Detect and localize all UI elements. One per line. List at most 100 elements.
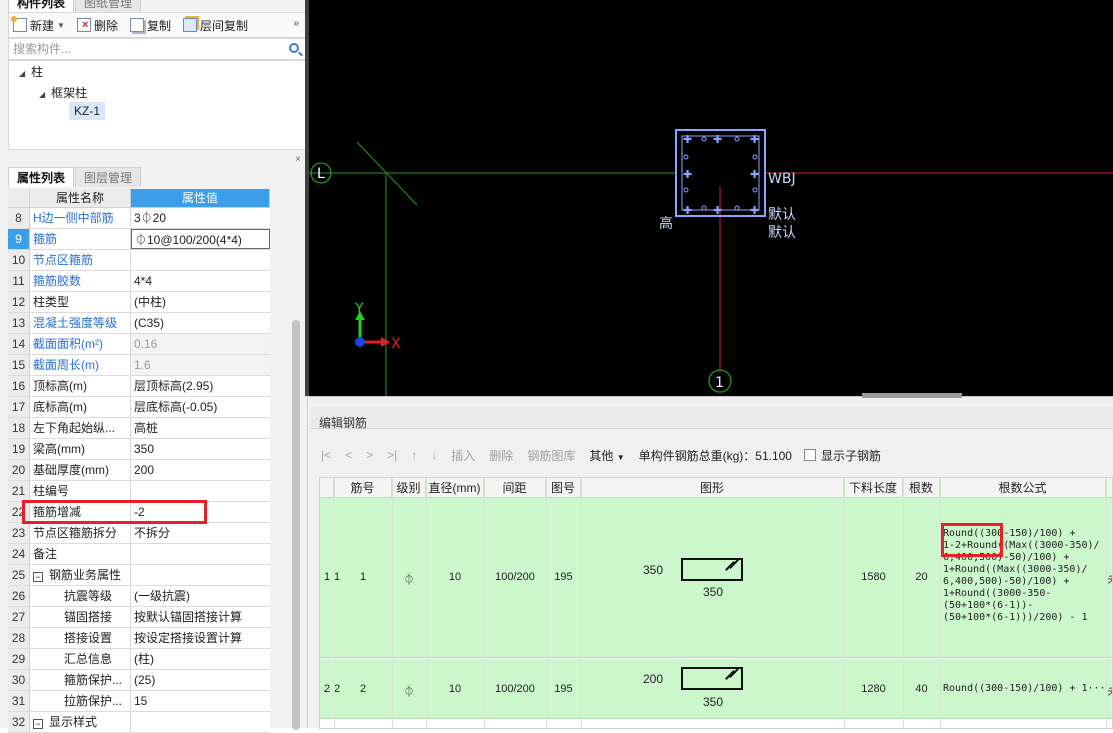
property-value[interactable]: 4*4 [131, 271, 270, 291]
property-value[interactable]: (柱) [131, 649, 270, 669]
property-value[interactable]: 15 [131, 691, 270, 711]
property-row[interactable]: 8 H边一侧中部筋 3⏀20 [8, 208, 270, 229]
property-row[interactable]: 16 顶标高(m) 层顶标高(2.95) [8, 376, 270, 397]
property-row[interactable]: 20 基础厚度(mm) 200 [8, 460, 270, 481]
cell-count[interactable]: 40 [903, 683, 940, 695]
property-row[interactable]: 14 截面面积(m²) 0.16 [8, 334, 270, 355]
delete-rebar-button[interactable]: 删除 [489, 447, 513, 464]
tab-component-list[interactable]: 构件列表 [8, 0, 75, 12]
property-value[interactable] [131, 481, 270, 501]
move-down-button[interactable]: ↓ [431, 448, 437, 462]
property-row[interactable]: 18 左下角起始纵... 高桩 [8, 418, 270, 439]
first-button[interactable]: |< [321, 448, 331, 462]
property-row[interactable]: 28 搭接设置 按设定搭接设置计算 [8, 628, 270, 649]
show-sub-rebar-checkbox[interactable] [803, 449, 816, 461]
chevron-down-icon[interactable]: ▼ [57, 21, 65, 30]
property-row[interactable]: 26 抗震等级 (一级抗震) [8, 586, 270, 607]
collapse-triangle-icon[interactable]: ◢ [19, 69, 25, 78]
property-value[interactable]: 层底标高(-0.05) [131, 397, 270, 417]
next-button[interactable]: > [366, 448, 373, 462]
drawing-canvas[interactable]: L 1 ✚ ✚ ✚ ✚ ✚ ✚ ✚ ✚ WBJ 默认 默认 高 Y X [309, 0, 1113, 396]
other-menu-button[interactable]: 其他 ▼ [589, 447, 624, 464]
property-row[interactable]: 24 备注 [8, 544, 270, 565]
table-row[interactable]: 2 2 2 ⏀ 10 100/200 195 200 350 1280 40 R… [320, 659, 1112, 719]
property-value[interactable] [131, 250, 270, 270]
search-input[interactable] [13, 42, 273, 56]
property-value[interactable]: 200 [131, 460, 270, 480]
property-value[interactable] [131, 712, 270, 732]
cell-spacing[interactable]: 100/200 [484, 571, 546, 583]
property-value[interactable]: 350 [131, 439, 270, 459]
cell-spacing[interactable]: 100/200 [484, 683, 546, 695]
property-value[interactable]: 不拆分 [131, 523, 270, 543]
copy-button[interactable]: 复制 [129, 17, 171, 34]
tab-layer-management[interactable]: 图层管理 [75, 167, 142, 187]
shape-width-value[interactable]: 350 [698, 585, 728, 599]
property-row[interactable]: 25− 钢筋业务属性 [8, 565, 270, 586]
property-value[interactable]: 层顶标高(2.95) [131, 376, 270, 396]
property-row[interactable]: 31 拉筋保护... 15 [8, 691, 270, 712]
tab-property-list[interactable]: 属性列表 [8, 167, 75, 187]
cell-bar-no[interactable]: 2 [334, 683, 392, 695]
tree-node-frame-column[interactable]: ◢ 框架柱 [39, 84, 87, 101]
cell-grade[interactable]: ⏀ [392, 571, 426, 587]
property-row[interactable]: 32− 显示样式 [8, 712, 270, 733]
property-value[interactable]: 按默认锚固搭接计算 [131, 607, 270, 627]
search-icon[interactable] [289, 43, 299, 53]
property-value[interactable]: (一级抗震) [131, 586, 270, 606]
shape-height-value[interactable]: 350 [638, 563, 668, 577]
property-value[interactable]: (C35) [131, 313, 270, 333]
rebar-library-button[interactable]: 钢筋图库 [527, 447, 575, 464]
property-row[interactable]: 30 箍筋保护... (25) [8, 670, 270, 691]
property-row[interactable]: 12 柱类型 (中柱) [8, 292, 270, 313]
property-row[interactable]: 13 混凝土强度等级 (C35) [8, 313, 270, 334]
property-value[interactable] [131, 565, 270, 585]
tab-drawing-management[interactable]: 图纸管理 [75, 0, 142, 12]
new-button[interactable]: 新建 ▼ [11, 16, 65, 34]
last-button[interactable]: >| [387, 448, 397, 462]
property-scrollbar[interactable] [292, 320, 300, 730]
property-value[interactable] [131, 544, 270, 564]
property-row[interactable]: 9 箍筋 ⏀10@100/200(4*4) [8, 229, 270, 250]
prev-button[interactable]: < [345, 448, 352, 462]
tree-node-kz1[interactable]: KZ-1 [69, 102, 106, 120]
cell-shape-no[interactable]: 195 [546, 683, 581, 695]
property-row[interactable]: 19 梁高(mm) 350 [8, 439, 270, 460]
property-row[interactable]: 11 箍筋胶数 4*4 [8, 271, 270, 292]
property-value[interactable]: 按设定搭接设置计算 [131, 628, 270, 648]
cell-length[interactable]: 1580 [844, 571, 903, 583]
cell-length[interactable]: 1280 [844, 683, 903, 695]
tree-node-column[interactable]: ◢ 柱 [19, 63, 43, 80]
property-row[interactable]: 21 柱编号 [8, 481, 270, 502]
property-value[interactable]: (25) [131, 670, 270, 690]
cell-diameter[interactable]: 10 [426, 683, 484, 695]
layer-copy-button[interactable]: 层间复制 [182, 17, 248, 34]
move-up-button[interactable]: ↑ [411, 448, 417, 462]
close-icon[interactable]: × [295, 154, 301, 165]
delete-button[interactable]: 删除 [76, 17, 118, 34]
cell-diameter[interactable]: 10 [426, 571, 484, 583]
property-row[interactable]: 27 锚固搭接 按默认锚固搭接计算 [8, 607, 270, 628]
insert-button[interactable]: 插入 [451, 447, 475, 464]
collapse-group-icon[interactable]: − [33, 572, 43, 582]
property-row[interactable]: 15 截面周长(m) 1.6 [8, 355, 270, 376]
shape-width-value[interactable]: 350 [698, 695, 728, 709]
cell-count[interactable]: 20 [903, 571, 940, 583]
property-value[interactable]: 3⏀20 [131, 208, 270, 228]
collapse-triangle-icon[interactable]: ◢ [39, 90, 45, 99]
cell-count-formula[interactable]: Round((300-150)/100) + 1··· [943, 683, 1109, 695]
property-row[interactable]: 17 底标高(m) 层底标高(-0.05) [8, 397, 270, 418]
property-row[interactable]: 10 节点区箍筋 [8, 250, 270, 271]
cell-bar-no[interactable]: 1 [334, 571, 392, 583]
cell-shape-no[interactable]: 195 [546, 571, 581, 583]
property-value[interactable]: ⏀10@100/200(4*4) [131, 229, 270, 249]
table-row[interactable]: 1 1 1 ⏀ 10 100/200 195 350 350 1580 20 R… [320, 498, 1112, 658]
property-row[interactable]: 29 汇总信息 (柱) [8, 649, 270, 670]
cell-grade[interactable]: ⏀ [392, 683, 426, 699]
property-value[interactable]: 高桩 [131, 418, 270, 438]
splitter-handle[interactable] [862, 393, 962, 398]
more-tools-icon[interactable]: » [293, 18, 299, 29]
shape-height-value[interactable]: 200 [638, 672, 668, 686]
property-row[interactable]: 23 节点区箍筋拆分 不拆分 [8, 523, 270, 544]
property-value[interactable]: (中柱) [131, 292, 270, 312]
